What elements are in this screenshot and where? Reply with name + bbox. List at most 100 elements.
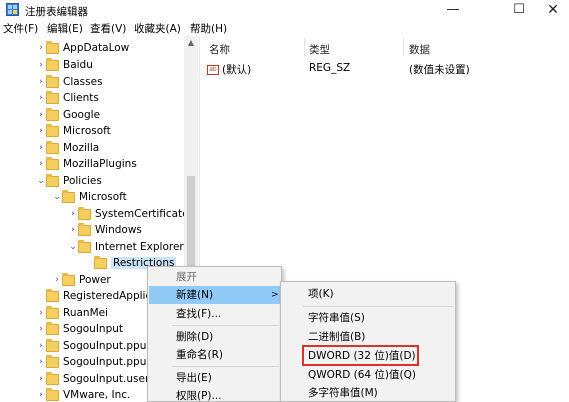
folder-icon [46, 173, 59, 187]
folder-icon [62, 272, 75, 286]
tree-item-baidu[interactable]: › Baidu [36, 57, 93, 73]
context-item-delete[interactable]: 删除(D) [148, 328, 281, 346]
context-item-expand[interactable]: 展开 [148, 268, 281, 286]
context-item-rename[interactable]: 重命名(R) [148, 346, 281, 364]
context-item-new[interactable]: 新建(N) > [149, 286, 280, 304]
chevron-right-icon[interactable]: › [36, 93, 46, 103]
title-bar: 注册表编辑器 — ☐ ✕ [0, 0, 569, 20]
value-row-name[interactable]: ab (默认) [207, 62, 251, 77]
tree-item-classes[interactable]: › Classes [36, 74, 103, 90]
tree-item-registeredapplications[interactable]: RegisteredApplic [36, 288, 151, 304]
value-row-type: REG_SZ [309, 62, 351, 74]
registry-editor-icon [6, 3, 19, 16]
menu-favorites[interactable]: 收藏夹(A) [134, 21, 181, 36]
chevron-right-icon[interactable]: › [68, 225, 78, 235]
tree-item-mozillaplugins[interactable]: › MozillaPlugins [36, 156, 137, 172]
context-menu: 展开 新建(N) > 查找(F)... 删除(D) 重命名(R) 导出(E) 权限… [147, 266, 282, 402]
tree-item-ruanmei[interactable]: › RuanMei [36, 305, 108, 321]
folder-icon [94, 255, 107, 269]
chevron-right-icon[interactable]: › [36, 390, 46, 400]
tree-item-vmware[interactable]: › VMware, Inc. [36, 387, 130, 402]
close-button[interactable]: ✕ [536, 0, 569, 20]
chevron-down-icon[interactable]: ⌄ [36, 176, 46, 186]
tree-item-policies[interactable]: ⌄ Policies [36, 173, 102, 189]
chevron-right-icon[interactable]: › [52, 275, 62, 285]
tree-item-policies-microsoft[interactable]: ⌄ Microsoft [52, 189, 127, 205]
tree-item-sogouinput-ppup-2[interactable]: › SogouInput.ppup [36, 354, 153, 370]
tree-item-microsoft[interactable]: › Microsoft [36, 123, 111, 139]
tree-item-internet-explorer[interactable]: ⌄ Internet Explorer [68, 239, 184, 255]
folder-icon [46, 74, 59, 88]
submenu-item-key[interactable]: 项(K) [281, 285, 455, 303]
menu-view[interactable]: 查看(V) [90, 21, 126, 36]
tree-item-power[interactable]: › Power [52, 272, 111, 288]
column-name[interactable]: 名称 [209, 42, 230, 57]
folder-icon [46, 156, 59, 170]
column-separator[interactable] [304, 38, 305, 56]
string-value-icon: ab [207, 65, 219, 75]
chevron-right-icon[interactable]: › [36, 143, 46, 153]
folder-icon [46, 354, 59, 368]
window-title: 注册表编辑器 [25, 6, 88, 18]
submenu-arrow-icon: > [271, 290, 279, 300]
tree-item-google[interactable]: › Google [36, 107, 100, 123]
folder-icon [78, 222, 91, 236]
submenu-item-binary-value[interactable]: 二进制值(B) [281, 328, 455, 346]
menu-edit[interactable]: 编辑(E) [47, 21, 83, 36]
menu-file[interactable]: 文件(F) [3, 21, 38, 36]
chevron-right-icon[interactable]: › [36, 308, 46, 318]
folder-icon [46, 321, 59, 335]
folder-icon [78, 206, 91, 220]
folder-icon [46, 123, 59, 137]
tree-item-appdatalow[interactable]: › AppDataLow [36, 40, 129, 56]
tree-item-mozilla[interactable]: › Mozilla [36, 140, 99, 156]
folder-icon [62, 189, 75, 203]
chevron-right-icon[interactable]: › [36, 324, 46, 334]
tree-item-systemcertificates[interactable]: › SystemCertificates [68, 206, 194, 222]
chevron-right-icon[interactable]: › [68, 209, 78, 219]
minimize-button[interactable]: — [436, 0, 470, 20]
menu-divider [303, 306, 453, 307]
chevron-right-icon[interactable]: › [36, 341, 46, 351]
chevron-right-icon[interactable]: › [36, 43, 46, 53]
folder-icon [46, 40, 59, 54]
folder-icon [46, 371, 59, 385]
submenu-item-multi-string-value[interactable]: 多字符串值(M) [281, 384, 455, 402]
column-type[interactable]: 类型 [309, 42, 330, 57]
chevron-right-icon[interactable]: › [36, 357, 46, 367]
chevron-right-icon[interactable]: › [36, 159, 46, 169]
tree-item-sogouinput-user[interactable]: › SogouInput.user [36, 371, 149, 387]
folder-icon [46, 107, 59, 121]
column-data[interactable]: 数据 [409, 42, 430, 57]
tree-item-clients[interactable]: › Clients [36, 90, 99, 106]
tree-item-windows[interactable]: › Windows [68, 222, 142, 238]
chevron-right-icon[interactable]: › [36, 110, 46, 120]
chevron-right-icon[interactable]: › [36, 77, 46, 87]
context-item-find[interactable]: 查找(F)... [148, 305, 281, 323]
new-submenu: 项(K) 字符串值(S) 二进制值(B) DWORD (32 位)值(D) QW… [280, 281, 456, 402]
chevron-right-icon[interactable]: › [36, 374, 46, 384]
menu-help[interactable]: 帮助(H) [190, 21, 227, 36]
tree-item-sogouinput[interactable]: › SogouInput [36, 321, 123, 337]
tree-item-sogouinput-ppup-1[interactable]: › SogouInput.ppup [36, 338, 153, 354]
folder-icon [46, 338, 59, 352]
folder-icon [46, 140, 59, 154]
value-row-data: (数值未设置) [409, 64, 470, 76]
maximize-button[interactable]: ☐ [502, 0, 536, 20]
folder-icon [78, 239, 91, 253]
submenu-item-string-value[interactable]: 字符串值(S) [281, 309, 455, 327]
chevron-right-icon[interactable]: › [36, 126, 46, 136]
context-item-export[interactable]: 导出(E) [148, 369, 281, 387]
chevron-down-icon[interactable]: ⌄ [52, 192, 62, 202]
context-item-permissions[interactable]: 权限(P)... [148, 387, 281, 402]
submenu-item-qword-value[interactable]: QWORD (64 位)值(Q) [281, 366, 455, 384]
chevron-right-icon[interactable]: › [36, 60, 46, 70]
folder-icon [46, 387, 59, 401]
chevron-down-icon[interactable]: ⌄ [68, 242, 78, 252]
folder-icon [46, 305, 59, 319]
folder-icon [46, 288, 59, 302]
folder-icon [46, 57, 59, 71]
scroll-up-arrow-icon[interactable]: ▲ [184, 38, 198, 47]
menu-bar: 文件(F) 编辑(E) 查看(V) 收藏夹(A) 帮助(H) [0, 20, 569, 36]
column-separator[interactable] [403, 38, 404, 56]
